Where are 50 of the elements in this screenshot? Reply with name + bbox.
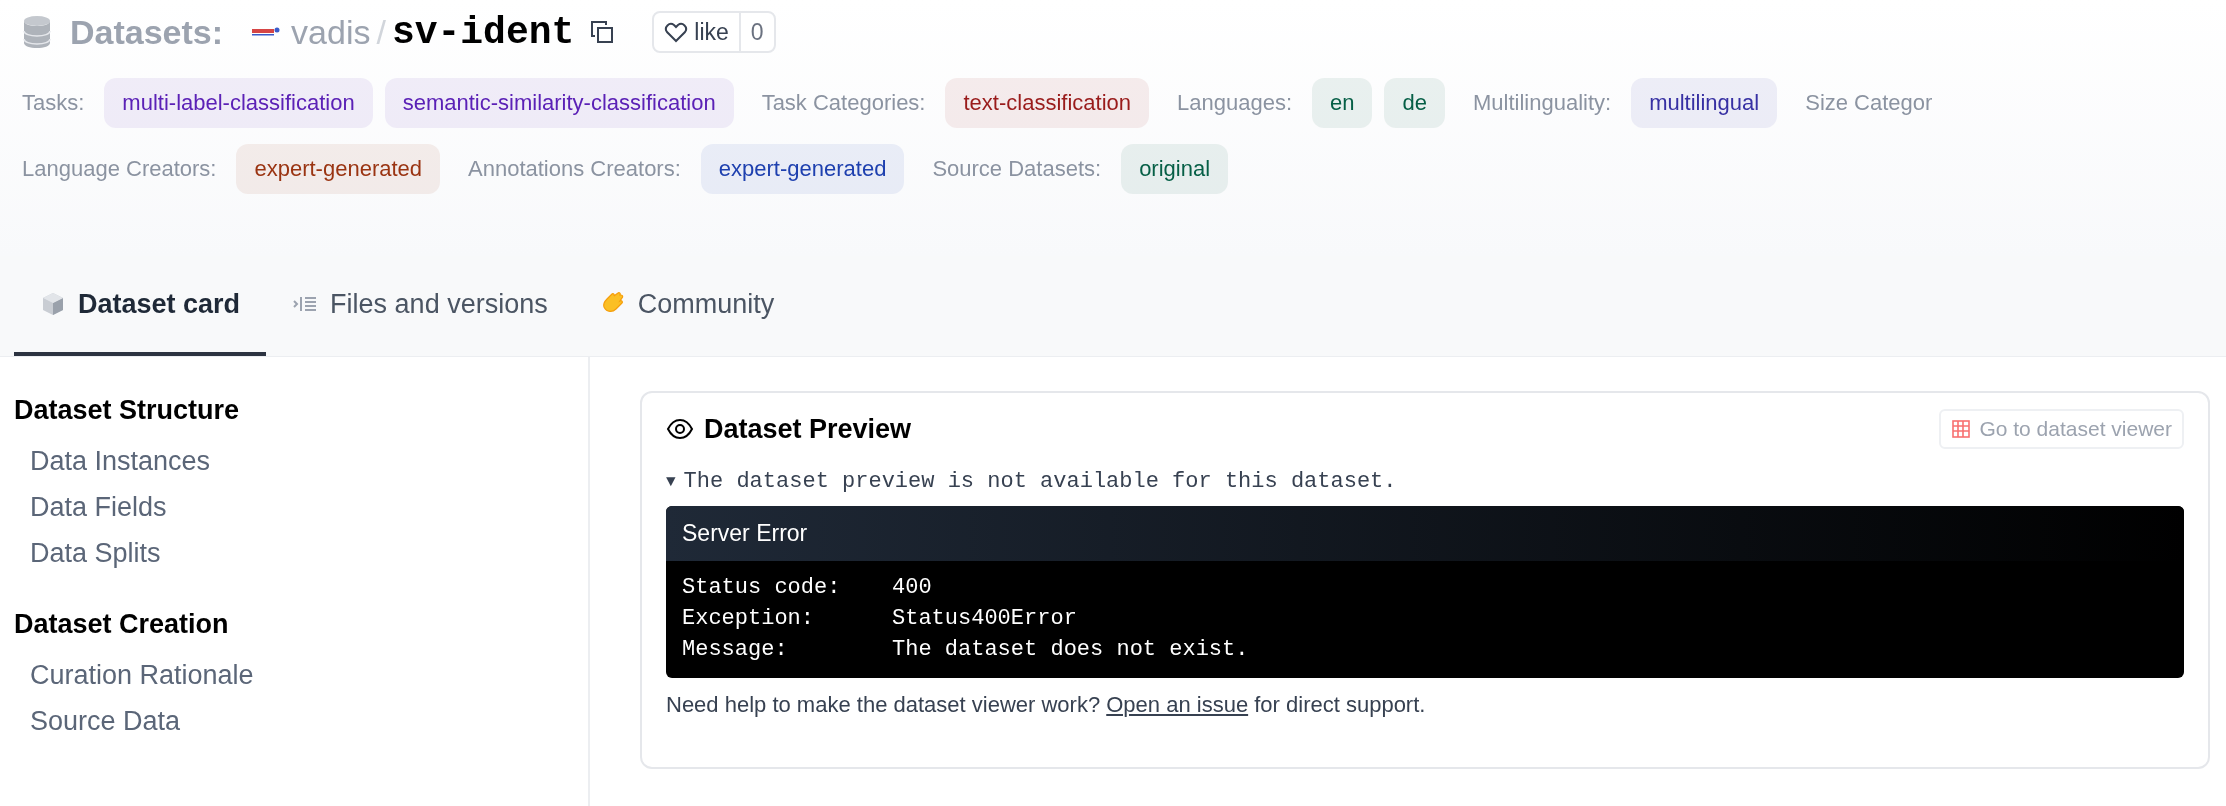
tag-chip[interactable]: original [1121,144,1229,194]
sidebar-item[interactable]: Data Fields [30,492,588,523]
heart-icon [664,21,689,43]
sidebar-heading[interactable]: Dataset Creation [14,609,588,640]
database-icon [22,15,52,49]
tag-chip[interactable]: de [1384,78,1445,128]
dataset-name: sv-ident [391,10,575,54]
preview-title: Dataset Preview [704,413,912,445]
tag-chip[interactable]: en [1312,78,1373,128]
error-label: Message: [682,637,789,662]
path-separator: / [376,12,386,52]
error-value: 400 [892,575,933,600]
error-title: Server Error [666,506,2184,561]
tag-group-label: Languages: [1177,90,1292,116]
tag-group-label: Tasks: [22,90,85,116]
tag-group-label: Task Categories: [761,90,926,116]
help-text: Need help to make the dataset viewer work? Open an issue for direct support. [666,692,1427,718]
tag-group-label: Size Categor [1805,90,1933,116]
section-title: Datasets: [70,12,224,52]
tag-group-label: Source Datasets: [932,156,1102,182]
tab[interactable]: Community [573,256,801,356]
sidebar-item[interactable]: Data Splits [30,538,588,569]
logo-icon [251,27,282,37]
disclosure-triangle[interactable]: ▼ [666,472,676,491]
tab[interactable]: Dataset card [14,256,267,356]
tab[interactable]: Files and versions [266,256,574,356]
error-value: The dataset does not exist. [892,637,1249,662]
tag-chip[interactable]: multi-label-classification [104,78,373,128]
tag-group-label: Multilinguality: [1472,90,1612,116]
tag-group-label: Annotations Creators: [468,156,681,182]
tag-group-label: Language Creators: [22,156,217,182]
like-button[interactable]: like 0 [652,11,776,53]
sidebar-item[interactable]: Data Instances [30,446,588,477]
eye-icon [666,418,694,440]
preview-summary[interactable]: The dataset preview is not available for this dataset. [683,469,1397,494]
error-label: Status code: [682,575,842,600]
open-issue-link[interactable]: Open an issue [1106,692,1249,717]
error-value: Status400Error [892,606,1078,631]
cube-icon [40,291,66,317]
tag-chip[interactable]: multilingual [1631,78,1778,128]
tag-chip[interactable]: expert-generated [700,144,905,194]
tag-chip[interactable]: semantic-similarity-classification [384,78,734,128]
error-label: Exception: [682,606,816,631]
table-icon [1951,419,1972,439]
copy-icon[interactable] [590,20,615,44]
tag-chip[interactable]: text-classification [945,78,1149,128]
tag-chip[interactable]: expert-generated [236,144,441,194]
sidebar-item[interactable]: Source Data [30,706,588,737]
sidebar-heading[interactable]: Dataset Structure [14,395,588,426]
sidebar-item[interactable]: Curation Rationale [30,660,588,691]
